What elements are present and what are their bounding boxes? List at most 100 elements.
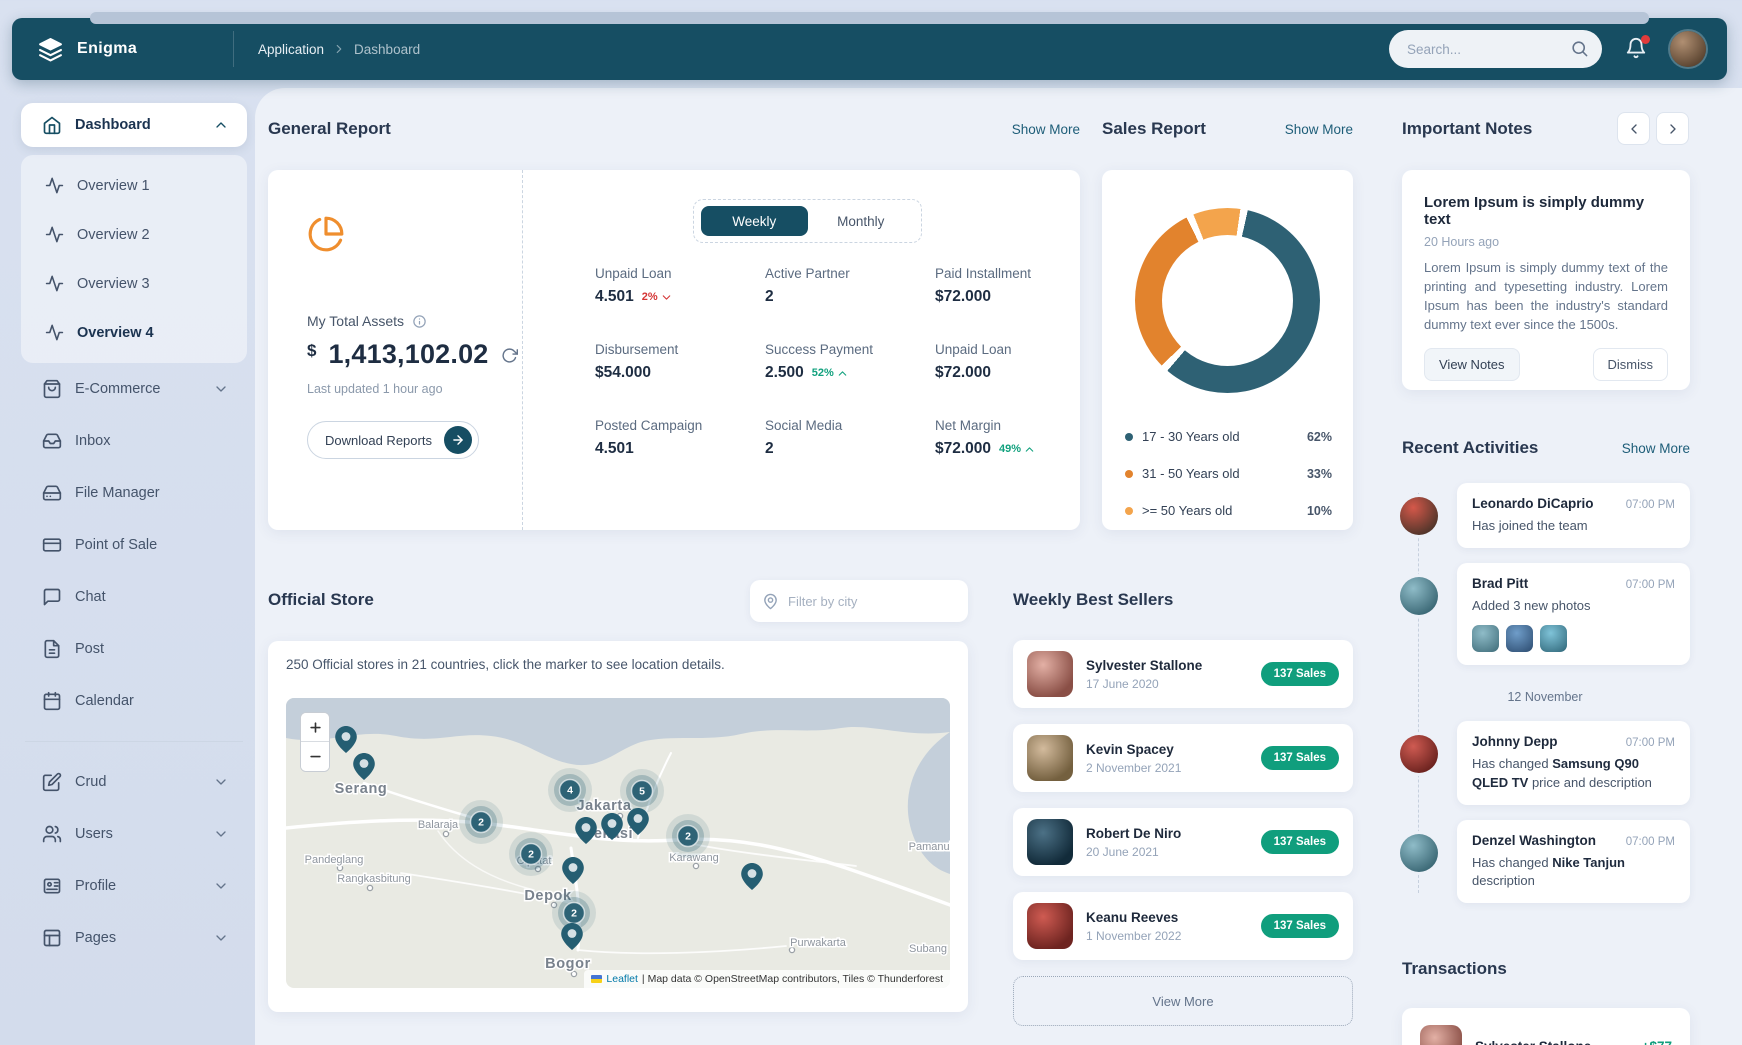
- sales-report-title: Sales Report: [1102, 119, 1206, 139]
- view-notes-button[interactable]: View Notes: [1424, 348, 1520, 381]
- sidebar-item[interactable]: Users: [21, 808, 247, 860]
- legend-dot: [1125, 470, 1133, 478]
- avatar: [1400, 497, 1438, 535]
- stat-value: 4.501: [595, 288, 634, 306]
- photo-thumb[interactable]: [1472, 625, 1499, 652]
- activity-card[interactable]: Brad Pitt 07:00 PM Added 3 new photos: [1457, 563, 1690, 665]
- sales-report-show-more[interactable]: Show More: [1223, 122, 1353, 137]
- download-reports-button[interactable]: Download Reports: [307, 421, 479, 459]
- chevron-left-icon: [1626, 121, 1642, 137]
- stat-item: Net Margin $72.000 49%: [935, 418, 1050, 494]
- activity-icon: [45, 323, 64, 342]
- sidebar-subitem-overview[interactable]: Overview 4: [21, 308, 247, 357]
- general-report-show-more[interactable]: Show More: [950, 122, 1080, 137]
- sidebar-subitem-overview[interactable]: Overview 3: [21, 259, 247, 308]
- important-notes-card: Lorem Ipsum is simply dummy text 20 Hour…: [1402, 170, 1690, 390]
- map-pin-marker[interactable]: [353, 753, 375, 780]
- toggle-monthly[interactable]: Monthly: [808, 206, 915, 236]
- seller-name: Kevin Spacey: [1086, 742, 1181, 757]
- sidebar-item[interactable]: Chat: [21, 571, 247, 623]
- stat-item: Disbursement $54.000: [595, 342, 765, 418]
- map-pin-marker[interactable]: [741, 863, 763, 890]
- sidebar-item[interactable]: Inbox: [21, 415, 247, 467]
- user-avatar[interactable]: [1670, 31, 1706, 67]
- seller-card[interactable]: Sylvester Stallone 17 June 2020 137 Sale…: [1013, 640, 1353, 708]
- notes-next-button[interactable]: [1656, 112, 1689, 145]
- recent-activities-show-more[interactable]: Show More: [1560, 441, 1690, 456]
- seller-card[interactable]: Kevin Spacey 2 November 2021 137 Sales: [1013, 724, 1353, 792]
- toggle-weekly[interactable]: Weekly: [701, 206, 808, 236]
- stat-delta[interactable]: 2%: [642, 291, 673, 304]
- file-text-icon: [42, 639, 62, 659]
- arrow-circle: [444, 426, 472, 454]
- seller-name: Keanu Reeves: [1086, 910, 1181, 925]
- activity-time: 07:00 PM: [1626, 737, 1675, 749]
- map-pin-marker[interactable]: [335, 726, 357, 753]
- sidebar-item[interactable]: E-Commerce: [21, 363, 247, 415]
- stat-item: Unpaid Loan $72.000: [935, 342, 1050, 418]
- dismiss-button[interactable]: Dismiss: [1593, 348, 1669, 381]
- sidebar-item[interactable]: Post: [21, 623, 247, 675]
- users-icon: [42, 824, 62, 844]
- activity-card[interactable]: Johnny Depp 07:00 PM Has changed Samsung…: [1457, 721, 1690, 804]
- leaflet-link[interactable]: Leaflet: [606, 973, 638, 985]
- sidebar-item-label: Dashboard: [75, 117, 151, 133]
- breadcrumb-dashboard[interactable]: Dashboard: [354, 42, 420, 57]
- photo-thumb[interactable]: [1540, 625, 1567, 652]
- cluster-count: 2: [528, 849, 534, 861]
- photo-thumb[interactable]: [1506, 625, 1533, 652]
- seller-card[interactable]: Robert De Niro 20 June 2021 137 Sales: [1013, 808, 1353, 876]
- store-map[interactable]: SerangBalarajaPandeglangRangkasbitungJak…: [286, 698, 950, 988]
- notes-prev-button[interactable]: [1617, 112, 1650, 145]
- period-toggle: Weekly Monthly: [693, 199, 922, 243]
- chevron-down-icon: [213, 930, 229, 946]
- notifications-button[interactable]: [1624, 37, 1648, 61]
- search-icon[interactable]: [1570, 39, 1589, 58]
- filter-city-input[interactable]: [788, 594, 964, 609]
- activity-card[interactable]: Denzel Washington 07:00 PM Has changed N…: [1457, 820, 1690, 903]
- seller-photo: [1027, 651, 1073, 697]
- seller-name: Sylvester Stallone: [1086, 658, 1202, 673]
- activity-text: Has changed Samsung Q90 QLED TV price an…: [1472, 755, 1675, 791]
- stat-value: $72.000: [935, 364, 991, 382]
- sidebar-item[interactable]: Point of Sale: [21, 519, 247, 571]
- sidebar-item[interactable]: Crud: [21, 756, 247, 808]
- sidebar-item[interactable]: Pages: [21, 912, 247, 964]
- seller-photo: [1027, 819, 1073, 865]
- sidebar-item-label: Profile: [75, 878, 116, 894]
- stat-delta[interactable]: 52%: [812, 367, 849, 380]
- info-icon[interactable]: [412, 314, 427, 329]
- zoom-in-button[interactable]: [301, 713, 329, 742]
- sidebar-subitem-overview[interactable]: Overview 1: [21, 161, 247, 210]
- zoom-out-button[interactable]: [301, 742, 329, 771]
- stat-item: Success Payment 2.500 52%: [765, 342, 935, 418]
- age-donut-chart[interactable]: [1135, 208, 1320, 393]
- sidebar-item[interactable]: File Manager: [21, 467, 247, 519]
- breadcrumb-application[interactable]: Application: [258, 42, 324, 57]
- calendar-icon: [42, 691, 62, 711]
- app-name: Enigma: [77, 40, 137, 58]
- official-store-title: Official Store: [268, 590, 374, 610]
- cluster-count: 4: [567, 785, 573, 797]
- sidebar-item[interactable]: Calendar: [21, 675, 247, 727]
- transaction-row[interactable]: Sylvester Stallone +$77: [1420, 1025, 1672, 1045]
- activity-card[interactable]: Leonardo DiCaprio 07:00 PM Has joined th…: [1457, 483, 1690, 548]
- stat-delta[interactable]: 49%: [999, 443, 1036, 456]
- sidebar-item[interactable]: Profile: [21, 860, 247, 912]
- recent-activities-list: Leonardo DiCaprio 07:00 PM Has joined th…: [1400, 483, 1690, 903]
- refresh-icon[interactable]: [501, 347, 518, 364]
- sidebar-item-dashboard[interactable]: Dashboard: [21, 103, 247, 147]
- map-pin-icon: [762, 593, 779, 610]
- sidebar-subitem-label: Overview 3: [77, 276, 150, 292]
- map-pin-marker[interactable]: [562, 857, 584, 884]
- map-city-label: Pamanukan: [909, 841, 950, 853]
- store-description: 250 Official stores in 21 countries, cli…: [286, 657, 950, 672]
- sidebar-subitem-overview[interactable]: Overview 2: [21, 210, 247, 259]
- note-time: 20 Hours ago: [1424, 235, 1668, 249]
- map-city-label: Rangkasbitung: [337, 873, 410, 885]
- app-logo[interactable]: Enigma: [12, 37, 233, 62]
- note-title: Lorem Ipsum is simply dummy text: [1424, 194, 1668, 228]
- view-more-button[interactable]: View More: [1013, 976, 1353, 1026]
- trend-icon: [1023, 443, 1036, 456]
- seller-card[interactable]: Keanu Reeves 1 November 2022 137 Sales: [1013, 892, 1353, 960]
